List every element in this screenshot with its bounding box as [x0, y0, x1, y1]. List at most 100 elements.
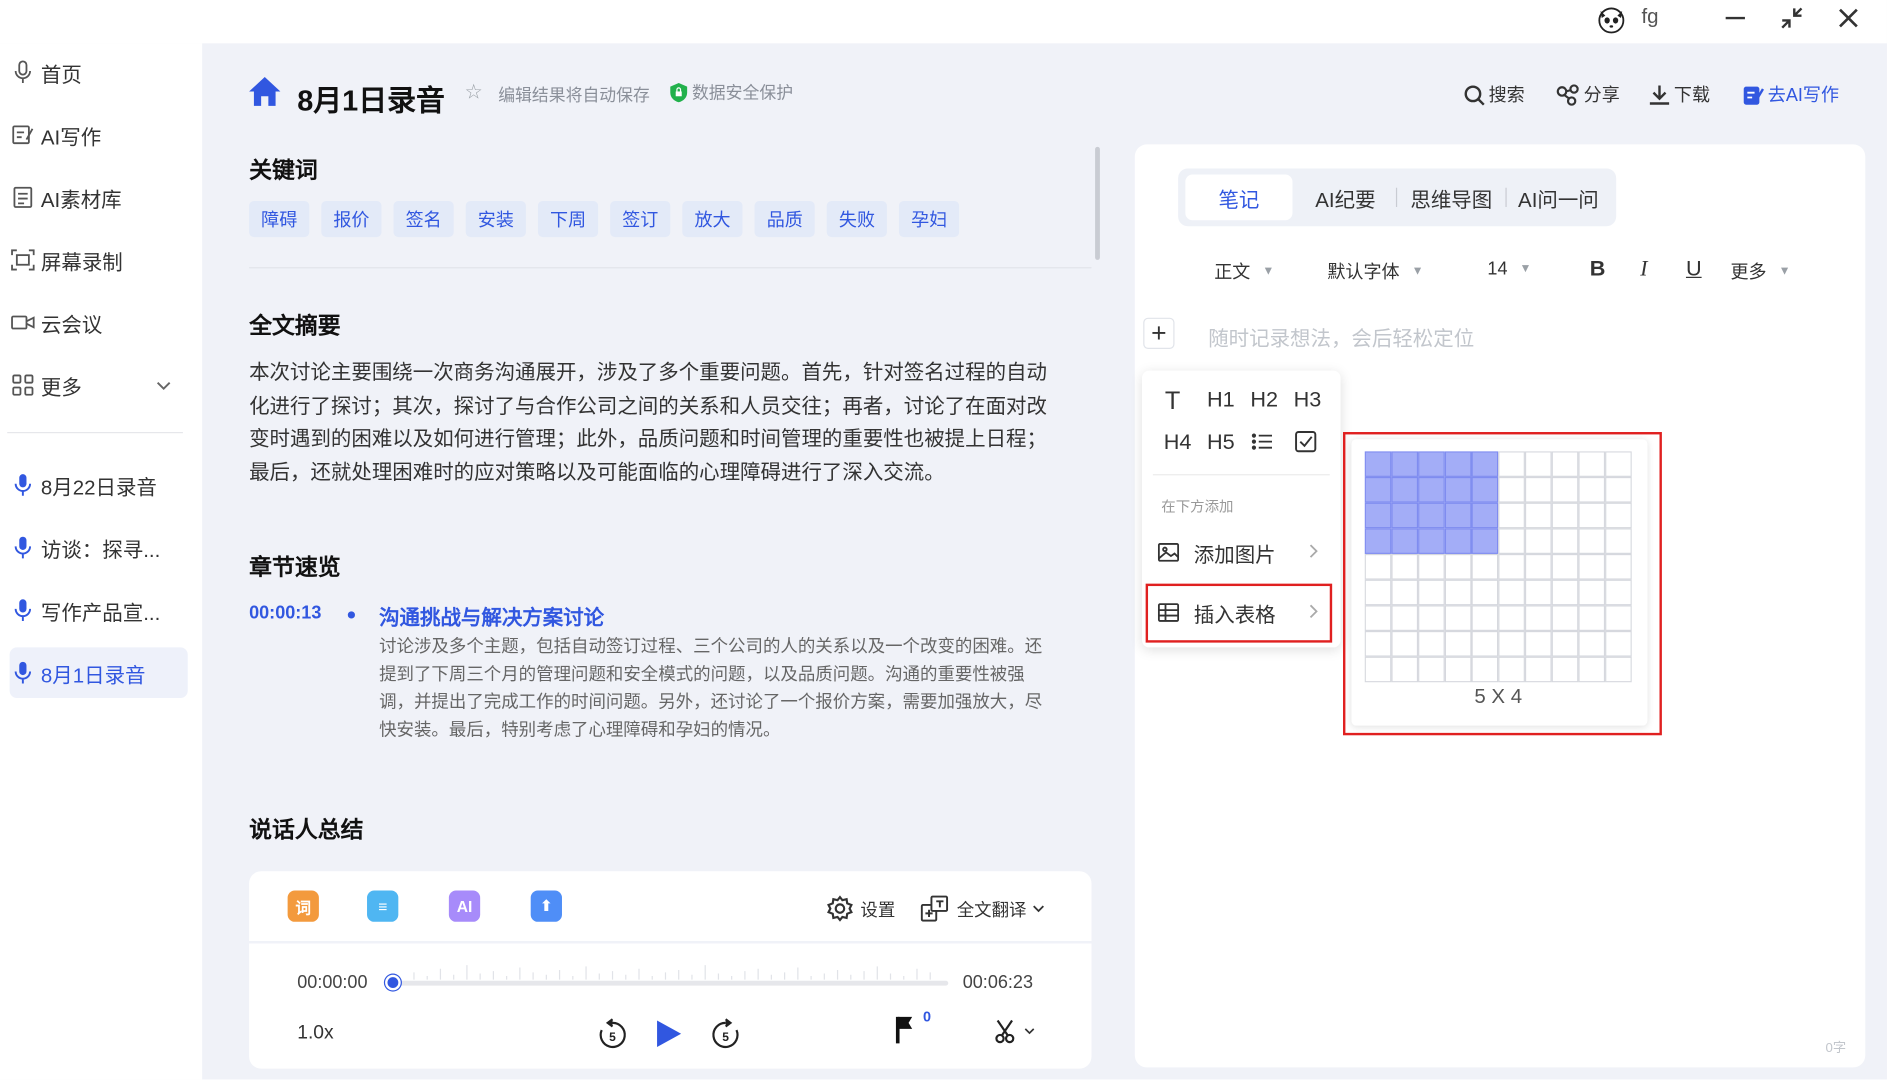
- security-text: 数据安全保护: [691, 83, 794, 103]
- bold-button[interactable]: B: [1590, 256, 1606, 281]
- keyword-tool-icon[interactable]: 词: [287, 890, 319, 922]
- recording-label: 8月22日录音: [40, 475, 157, 499]
- flag-button[interactable]: 0: [894, 1008, 931, 1044]
- note-placeholder[interactable]: 随时记录想法，会后轻松定位: [1208, 321, 1474, 351]
- settings-button[interactable]: 设置: [827, 895, 895, 922]
- tab-notes[interactable]: 笔记: [1185, 174, 1293, 221]
- add-image-label: 添加图片: [1193, 543, 1276, 567]
- grid-icon: [10, 372, 36, 398]
- insert-block-button[interactable]: +: [1143, 317, 1175, 349]
- home-icon[interactable]: [248, 76, 282, 113]
- chapter-bullet: [347, 611, 356, 619]
- forward-button[interactable]: 5: [711, 1018, 740, 1049]
- font-family-select[interactable]: 默认字体 ▼: [1327, 259, 1423, 284]
- share-icon: [1556, 83, 1579, 106]
- sidebar-item-ai-library[interactable]: AI素材库: [10, 172, 188, 223]
- heading5-button[interactable]: H5: [1207, 430, 1235, 455]
- keyword-tag[interactable]: 报价: [321, 200, 382, 238]
- recording-label: 写作产品宣...: [40, 601, 161, 624]
- heading4-button[interactable]: H4: [1164, 430, 1192, 455]
- paragraph-style-select[interactable]: 正文 ▼: [1214, 259, 1274, 284]
- keyword-tag[interactable]: 障碍: [249, 200, 310, 238]
- sidebar-item-ai-write[interactable]: AI写作: [10, 110, 188, 161]
- tool-text: ≡: [378, 897, 388, 916]
- text-format-button[interactable]: T: [1165, 387, 1180, 416]
- chevron-down-icon: [1033, 904, 1044, 912]
- sidebar-item-home[interactable]: 首页: [10, 47, 188, 98]
- chapter-title[interactable]: 沟通挑战与解决方案讨论: [379, 600, 604, 630]
- tab-mind-map[interactable]: 思维导图: [1400, 174, 1503, 220]
- keyword-tag[interactable]: 品质: [754, 200, 815, 238]
- download-button[interactable]: 下载: [1649, 82, 1710, 107]
- checkbox-icon[interactable]: [1295, 431, 1317, 459]
- user-name[interactable]: fg: [1641, 5, 1658, 29]
- flag-count: 0: [923, 1008, 932, 1026]
- close-button[interactable]: [1827, 0, 1870, 36]
- caret-down-icon: ▼: [1411, 264, 1424, 278]
- recording-item[interactable]: 访谈：探寻...: [10, 522, 188, 573]
- scissors-icon: [995, 1019, 1015, 1044]
- scrollbar[interactable]: [1095, 146, 1100, 260]
- tab-ai-ask[interactable]: AI问一问: [1509, 174, 1608, 220]
- rewind-button[interactable]: 5: [598, 1018, 627, 1049]
- keyword-tag[interactable]: 孕妇: [899, 200, 960, 238]
- italic-button[interactable]: I: [1640, 256, 1647, 281]
- go-ai-write-button[interactable]: 去AI写作: [1743, 82, 1839, 107]
- sidebar-item-more[interactable]: 更多: [10, 360, 188, 411]
- video-meeting-icon: [10, 309, 36, 335]
- add-image-item[interactable]: 添加图片: [1157, 534, 1326, 570]
- keyword-tag[interactable]: 失败: [826, 200, 888, 238]
- playback-speed[interactable]: 1.0x: [297, 1023, 333, 1045]
- minimize-button[interactable]: [1714, 0, 1757, 36]
- recording-label: 访谈：探寻...: [40, 538, 161, 562]
- star-icon[interactable]: ☆: [465, 81, 483, 105]
- upload-tool-icon[interactable]: ⬆: [530, 890, 562, 922]
- go-ai-write-label: 去AI写作: [1767, 85, 1840, 106]
- caret-down-icon: ▼: [1778, 264, 1791, 278]
- ai-tool-icon[interactable]: AI: [448, 890, 481, 922]
- page-title[interactable]: 8月1日录音: [297, 77, 445, 119]
- tool-text: ⬆: [539, 896, 553, 915]
- heading3-button[interactable]: H3: [1294, 387, 1322, 412]
- more-format-select[interactable]: 更多 ▼: [1730, 259, 1790, 284]
- share-button[interactable]: 分享: [1556, 82, 1620, 107]
- font-size-select[interactable]: 14 ▼: [1487, 259, 1531, 279]
- search-button[interactable]: 搜索: [1463, 82, 1525, 107]
- sidebar-item-label: 屏幕录制: [40, 250, 123, 274]
- restore-button[interactable]: [1770, 0, 1813, 36]
- total-time: 00:06:23: [962, 972, 1033, 993]
- keyword-list: 障碍 报价 签名 安装 下周 签订 放大 品质 失败 孕妇: [249, 200, 960, 238]
- keyword-tag[interactable]: 放大: [682, 200, 743, 238]
- keyword-tag[interactable]: 安装: [465, 200, 526, 238]
- sidebar-item-screen-record[interactable]: 屏幕录制: [10, 235, 188, 286]
- recording-item[interactable]: 8月22日录音: [10, 460, 188, 511]
- underline-button[interactable]: U: [1686, 256, 1702, 281]
- progress-knob[interactable]: [385, 974, 401, 991]
- heading2-button[interactable]: H2: [1250, 387, 1278, 412]
- sidebar-item-cloud-meeting[interactable]: 云会议: [10, 297, 188, 348]
- recording-item-active[interactable]: 8月1日录音: [9, 647, 188, 698]
- keyword-tag[interactable]: 签订: [610, 200, 671, 238]
- keyword-tag[interactable]: 签名: [393, 200, 454, 238]
- chapter-description: 讨论涉及多个主题，包括自动签订过程、三个公司的人的关系以及一个改变的困难。还 提…: [379, 634, 1084, 745]
- bullet-list-icon[interactable]: [1251, 432, 1274, 457]
- outline-tool-icon[interactable]: ≡: [367, 890, 399, 922]
- user-avatar-icon[interactable]: [1596, 4, 1627, 35]
- progress-track[interactable]: [392, 980, 949, 986]
- forward-seconds: 5: [722, 1030, 729, 1044]
- summary-text: 本次讨论主要围绕一次商务沟通展开，涉及了多个重要问题。首先，针对签名过程的自动 …: [249, 356, 1079, 488]
- tab-ai-minutes[interactable]: AI纪要: [1300, 174, 1391, 220]
- current-time: 00:00:00: [297, 972, 368, 993]
- menu-divider: [1152, 474, 1330, 476]
- keyword-tag[interactable]: 下周: [537, 200, 599, 238]
- recording-item[interactable]: 写作产品宣...: [10, 585, 188, 636]
- summary-line: 变时遇到的困难以及如何进行管理；此外，品质问题和时间管理的重要性也被提上日程；: [249, 427, 1047, 451]
- heading1-button[interactable]: H1: [1207, 387, 1235, 412]
- more-format-value: 更多: [1730, 262, 1767, 283]
- translate-button[interactable]: 全文翻译: [920, 895, 1045, 922]
- clip-button[interactable]: [994, 1018, 1035, 1044]
- forward-5-icon: 5: [712, 1018, 739, 1048]
- chapter-timestamp[interactable]: 00:00:13: [249, 603, 321, 623]
- chapter-desc-line: 快安装。最后，特别考虑了心理障碍和孕妇的情况。: [379, 720, 781, 741]
- play-button[interactable]: [652, 1018, 683, 1049]
